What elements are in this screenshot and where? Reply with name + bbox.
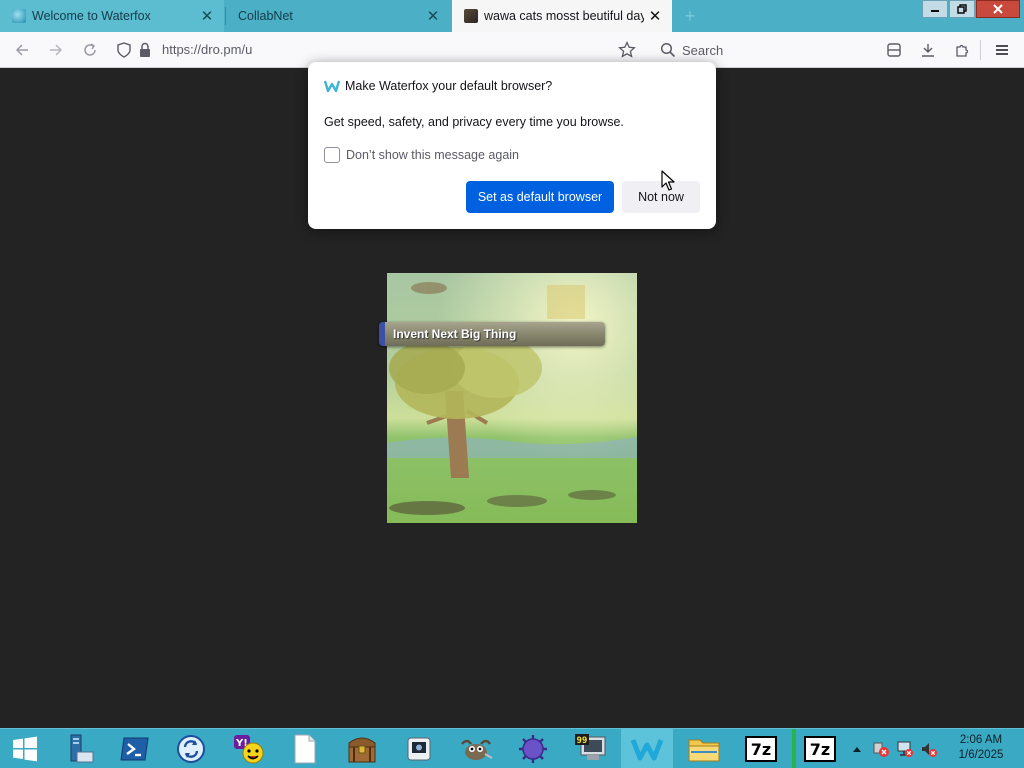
powershell-icon — [120, 737, 149, 761]
download-icon — [922, 44, 934, 57]
dialog-title: Make Waterfox your default browser? — [345, 79, 553, 93]
start-button[interactable] — [0, 729, 50, 768]
taskbar-document[interactable] — [279, 729, 331, 768]
taskbar-gimp[interactable] — [450, 729, 502, 768]
taskbar-sync[interactable] — [165, 729, 217, 768]
minimize-icon — [931, 10, 939, 12]
blank-document-icon — [294, 734, 316, 764]
toolbar-divider — [980, 40, 981, 60]
url-bar[interactable]: https://dro.pm/u — [106, 36, 646, 64]
search-placeholder: Search — [682, 43, 724, 58]
set-default-browser-button[interactable]: Set as default browser — [466, 181, 614, 213]
taskbar-file-server[interactable] — [52, 729, 104, 768]
tab-welcome[interactable]: Welcome to Waterfox ✕ — [0, 0, 224, 32]
yahoo-messenger-icon: Y! — [234, 735, 264, 764]
shield-icon[interactable] — [116, 42, 132, 61]
cats-image — [387, 273, 637, 523]
clock-date: 1/6/2025 — [958, 749, 1004, 761]
taskbar-monitor[interactable]: 99 — [564, 729, 616, 768]
banner-text: Invent Next Big Thing — [393, 327, 517, 341]
search-box[interactable]: Search — [654, 36, 866, 64]
waterfox-logo-icon — [324, 80, 340, 93]
mouse-cursor-icon — [661, 170, 675, 191]
start-icon — [13, 736, 37, 762]
extensions-button[interactable] — [950, 38, 974, 62]
file-explorer-icon — [688, 739, 720, 762]
reader-list-icon — [887, 43, 901, 57]
taskbar-yahoo-messenger[interactable]: Y! — [222, 729, 274, 768]
pocket-button[interactable] — [882, 38, 906, 62]
tray-clock[interactable]: 2:06 AM 1/6/2025 — [948, 733, 1014, 763]
reload-button[interactable] — [78, 38, 102, 62]
dont-show-again-checkbox[interactable] — [324, 147, 340, 163]
close-tab-icon[interactable]: ✕ — [644, 5, 666, 27]
close-tab-icon[interactable]: ✕ — [196, 5, 218, 27]
photo-viewer-icon — [407, 737, 431, 761]
taskbar-7zip-1[interactable]: 7z — [735, 729, 787, 768]
tab-label: CollabNet — [238, 9, 293, 23]
close-tab-icon[interactable]: ✕ — [422, 5, 444, 27]
tab-strip: Welcome to Waterfox ✕ CollabNet ✕ wawa c… — [0, 0, 1024, 32]
taskbar-chest[interactable] — [336, 729, 388, 768]
show-hidden-icons-button[interactable] — [848, 741, 866, 757]
hamburger-menu-icon — [996, 45, 1008, 55]
treasure-chest-icon — [348, 737, 376, 763]
monitor-badge: 99 — [577, 736, 588, 746]
puzzle-piece-icon — [956, 44, 969, 57]
forward-button[interactable] — [44, 38, 68, 62]
invent-banner: Invent Next Big Thing — [379, 322, 605, 346]
image-favicon-icon — [464, 9, 478, 23]
back-arrow-icon — [15, 44, 28, 56]
waterfox-icon — [630, 739, 664, 761]
taskbar-photo-viewer[interactable] — [393, 729, 445, 768]
back-button[interactable] — [10, 38, 34, 62]
monitor-99-icon: 99 — [575, 734, 606, 760]
tray-volume-icon[interactable] — [920, 740, 938, 761]
taskbar-powershell[interactable] — [109, 729, 161, 768]
chevron-up-icon — [853, 747, 861, 752]
restore-icon — [957, 4, 967, 14]
dont-show-again-row[interactable]: Don’t show this message again — [324, 147, 519, 163]
dont-show-again-label[interactable]: Don’t show this message again — [346, 148, 519, 162]
tray-security-icon[interactable] — [872, 740, 890, 761]
taskbar-waterfox[interactable] — [621, 729, 673, 768]
lock-icon[interactable] — [138, 42, 152, 61]
search-icon — [660, 42, 676, 61]
tray-network-icon[interactable] — [896, 740, 914, 761]
7zip-icon: 7z — [804, 736, 836, 762]
file-server-icon — [70, 734, 94, 763]
close-icon — [993, 4, 1003, 14]
tab-label: Welcome to Waterfox — [32, 9, 151, 23]
waterfox-favicon-icon — [12, 9, 26, 23]
tree-landscape-image — [387, 273, 637, 523]
bookmark-star-icon[interactable] — [618, 40, 636, 62]
downloads-button[interactable] — [916, 38, 940, 62]
taskbar: Y! 99 7z 7z 2:06 AM 1/6/2025 — [0, 728, 1024, 768]
default-browser-dialog: Make Waterfox your default browser? Get … — [308, 62, 716, 229]
tab-image[interactable]: wawa cats mosst beutiful day.pn ✕ — [452, 0, 672, 32]
close-window-button[interactable] — [976, 0, 1020, 18]
taskbar-7zip-2[interactable]: 7z — [792, 729, 844, 768]
gimp-icon — [461, 739, 493, 760]
plus-icon: + — [684, 5, 696, 26]
app-menu-button[interactable] — [990, 38, 1014, 62]
new-tab-button[interactable]: + — [676, 0, 704, 32]
dialog-message: Get speed, safety, and privacy every tim… — [324, 115, 624, 129]
tab-collabnet[interactable]: CollabNet ✕ — [226, 0, 450, 32]
clock-time: 2:06 AM — [959, 734, 1003, 746]
reload-icon — [84, 43, 96, 56]
virus-icon — [519, 735, 547, 763]
7zip-icon: 7z — [745, 736, 777, 762]
forward-arrow-icon — [50, 44, 63, 56]
url-text[interactable]: https://dro.pm/u — [162, 42, 252, 57]
taskbar-virus[interactable] — [507, 729, 559, 768]
tab-label: wawa cats mosst beutiful day.pn — [484, 9, 644, 23]
sync-icon — [177, 735, 205, 763]
minimize-window-button[interactable] — [922, 0, 948, 18]
restore-window-button[interactable] — [949, 0, 975, 18]
dialog-header: Make Waterfox your default browser? — [324, 79, 552, 93]
taskbar-file-explorer[interactable] — [678, 729, 730, 768]
